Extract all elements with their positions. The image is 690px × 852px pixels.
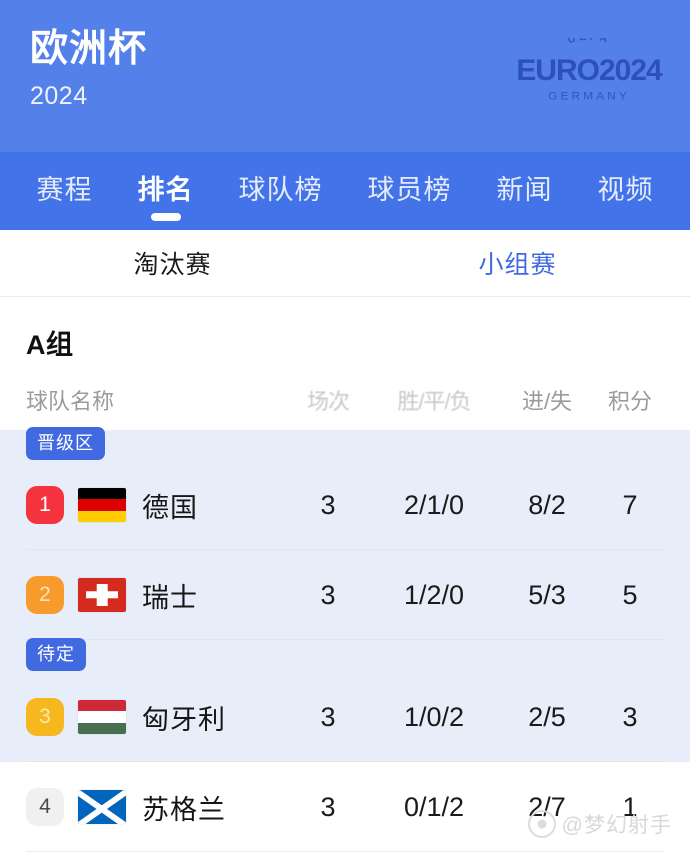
scotland-flag-icon bbox=[78, 790, 126, 824]
cell-goals: 5/3 bbox=[528, 579, 566, 610]
page-header: 欧洲杯 2024 UEFA EURO2024 GERMANY bbox=[0, 0, 690, 152]
cell-goals: 8/2 bbox=[528, 489, 566, 520]
euro-logo-year: 2024 bbox=[598, 54, 663, 87]
uefa-euro-2024-logo: UEFA EURO2024 GERMANY bbox=[514, 31, 664, 103]
euro-logo-wordmark: EURO2024 bbox=[514, 56, 664, 86]
cell-wdl: 1/0/2 bbox=[403, 701, 465, 732]
germany-flag-icon bbox=[78, 488, 126, 522]
euro-logo-country: GERMANY bbox=[548, 89, 630, 103]
team-name: 匈牙利 bbox=[142, 704, 226, 735]
cell-points: 3 bbox=[622, 701, 638, 732]
svg-text:UEFA: UEFA bbox=[566, 38, 612, 46]
nav-item-standings[interactable]: 排名 bbox=[136, 164, 196, 219]
team-name: 瑞士 bbox=[142, 582, 198, 613]
weibo-eye-icon bbox=[527, 810, 556, 838]
group-title: A组 bbox=[26, 330, 74, 360]
nav-item-team-ranking[interactable]: 球队榜 bbox=[237, 164, 325, 219]
subtab-knockout[interactable]: 淘汰赛 bbox=[0, 245, 345, 281]
nav-item-player-ranking[interactable]: 球员榜 bbox=[366, 164, 454, 219]
rank-badge: 3 bbox=[26, 698, 64, 736]
table-row[interactable]: 1 德国 3 2/1/0 8/2 7 bbox=[0, 460, 690, 550]
column-header-points: 积分 bbox=[607, 389, 652, 414]
rank-badge: 4 bbox=[26, 788, 64, 826]
zone-marker-qualification: 晋级区 bbox=[0, 426, 690, 460]
watermark-text: @梦幻射手 bbox=[561, 814, 672, 837]
subtab-group-stage[interactable]: 小组赛 bbox=[345, 245, 690, 281]
team-name: 德国 bbox=[142, 492, 198, 523]
cell-played: 3 bbox=[320, 489, 336, 520]
cell-played: 3 bbox=[320, 579, 336, 610]
standings-rows: 晋级区 1 德国 3 2/1/0 8/2 7 2 瑞士 3 1/2/0 5/3 … bbox=[0, 426, 690, 852]
rank-badge: 2 bbox=[26, 576, 64, 614]
main-nav: 赛程 排名 球队榜 球员榜 新闻 视频 bbox=[0, 152, 690, 230]
uefa-arc-text-icon: UEFA bbox=[566, 31, 612, 47]
uefa-arc: UEFA bbox=[514, 31, 664, 54]
standings-table-header: 球队名称 场次 胜/平/负 进/失 积分 bbox=[0, 362, 690, 430]
weibo-watermark: @梦幻射手 bbox=[527, 809, 672, 839]
euro-logo-euro: EURO bbox=[516, 54, 600, 87]
column-header-played: 场次 bbox=[306, 389, 350, 414]
nav-item-schedule[interactable]: 赛程 bbox=[35, 164, 95, 219]
hungary-flag-icon bbox=[78, 700, 126, 734]
cell-points: 7 bbox=[622, 489, 638, 520]
rank-badge: 1 bbox=[26, 486, 64, 524]
group-standings-section: A组 球队名称 场次 胜/平/负 进/失 积分 晋级区 1 德国 3 2/1/0… bbox=[0, 297, 690, 852]
cell-points: 5 bbox=[622, 579, 638, 610]
column-header-team: 球队名称 bbox=[26, 389, 115, 414]
cell-wdl: 2/1/0 bbox=[403, 489, 465, 520]
cell-goals: 2/5 bbox=[528, 701, 566, 732]
cell-played: 3 bbox=[320, 701, 336, 732]
nav-item-video[interactable]: 视频 bbox=[596, 164, 656, 219]
cell-wdl: 1/2/0 bbox=[403, 579, 465, 610]
zone-badge-pending: 待定 bbox=[26, 637, 86, 671]
stage-subtabs: 淘汰赛 小组赛 bbox=[0, 230, 690, 297]
column-header-wdl: 胜/平/负 bbox=[397, 389, 471, 414]
switzerland-flag-icon bbox=[78, 578, 126, 612]
cell-played: 3 bbox=[320, 791, 336, 822]
team-name: 苏格兰 bbox=[142, 794, 226, 825]
table-row[interactable]: 2 瑞士 3 1/2/0 5/3 5 bbox=[0, 550, 690, 640]
nav-item-news[interactable]: 新闻 bbox=[495, 164, 555, 219]
cell-wdl: 0/1/2 bbox=[403, 791, 465, 822]
zone-marker-pending: 待定 bbox=[0, 637, 690, 672]
column-header-goals: 进/失 bbox=[521, 389, 573, 414]
table-row[interactable]: 3 匈牙利 3 1/0/2 2/5 3 bbox=[0, 672, 690, 762]
zone-badge-qualification: 晋级区 bbox=[26, 426, 105, 460]
